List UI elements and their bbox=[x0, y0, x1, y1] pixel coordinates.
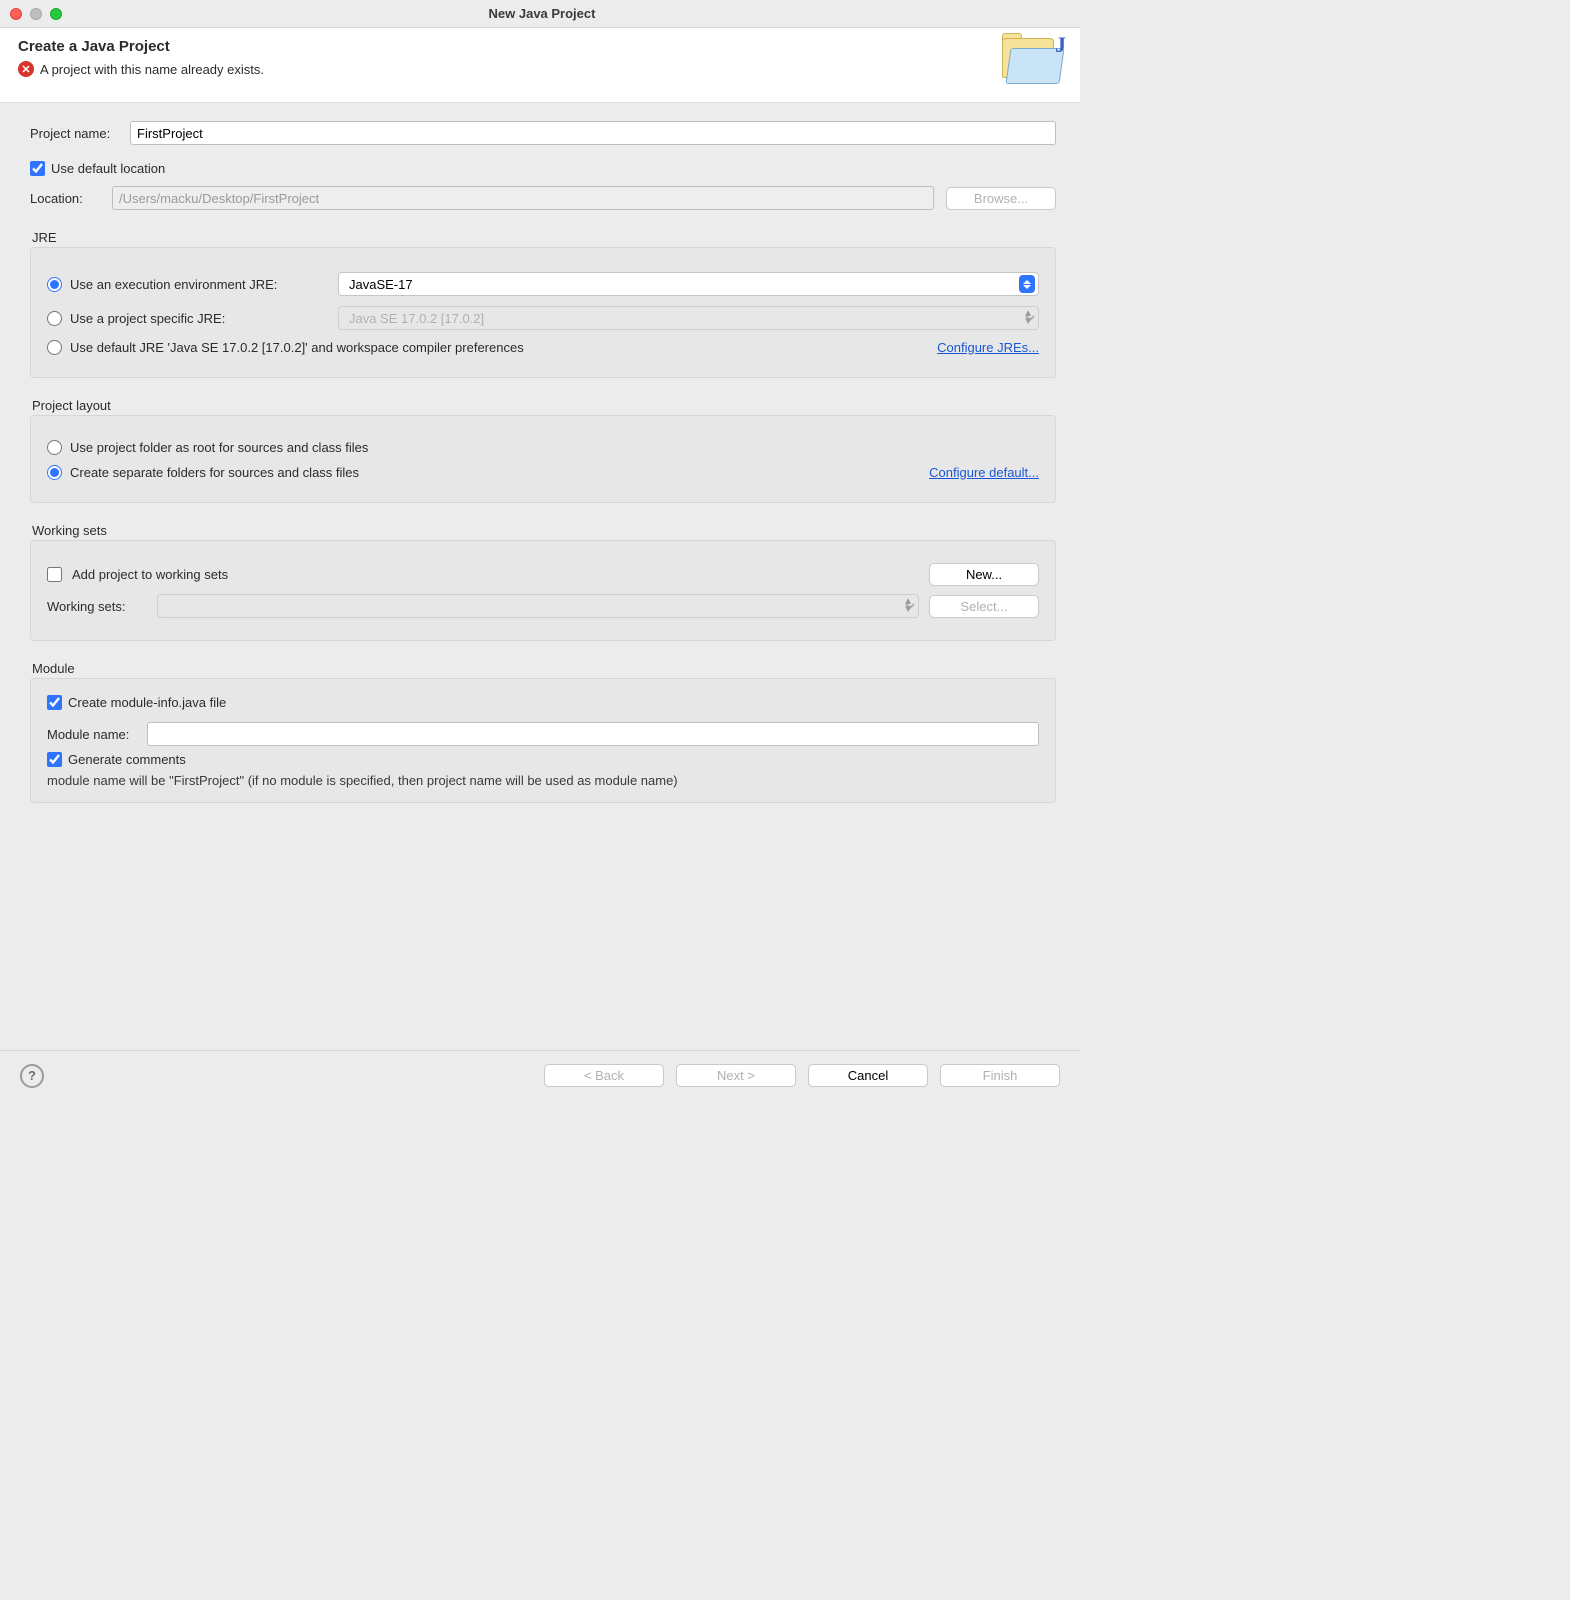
layout-separate-label: Create separate folders for sources and … bbox=[70, 465, 359, 480]
module-hint: module name will be "FirstProject" (if n… bbox=[47, 773, 1039, 788]
configure-default-link[interactable]: Configure default... bbox=[929, 465, 1039, 480]
module-name-label: Module name: bbox=[47, 727, 147, 742]
use-default-location-label: Use default location bbox=[51, 161, 165, 176]
location-input bbox=[112, 186, 934, 210]
project-name-label: Project name: bbox=[30, 126, 130, 141]
window-title: New Java Project bbox=[62, 6, 1022, 21]
titlebar: New Java Project bbox=[0, 0, 1080, 28]
generate-comments-checkbox[interactable] bbox=[47, 752, 62, 767]
layout-root-radio[interactable] bbox=[47, 440, 62, 455]
project-name-input[interactable] bbox=[130, 121, 1056, 145]
jre-exec-env-radio[interactable] bbox=[47, 277, 62, 292]
generate-comments-label: Generate comments bbox=[68, 752, 186, 767]
wizard-header: Create a Java Project ✕ A project with t… bbox=[0, 28, 1080, 103]
browse-button: Browse... bbox=[946, 187, 1056, 210]
page-title: Create a Java Project bbox=[18, 38, 1002, 55]
jre-specific-select: Java SE 17.0.2 [17.0.2] bbox=[338, 306, 1039, 330]
jre-exec-env-select[interactable]: JavaSE-17 bbox=[338, 272, 1039, 296]
jre-default-label: Use default JRE 'Java SE 17.0.2 [17.0.2]… bbox=[70, 340, 524, 355]
form-body: Project name: Use default location Locat… bbox=[0, 103, 1080, 1050]
layout-legend: Project layout bbox=[32, 398, 1056, 413]
working-sets-select bbox=[157, 594, 919, 618]
minimize-icon bbox=[30, 8, 42, 20]
module-legend: Module bbox=[32, 661, 1056, 676]
error-icon: ✕ bbox=[18, 61, 34, 77]
configure-jres-link[interactable]: Configure JREs... bbox=[937, 340, 1039, 355]
new-working-set-button[interactable]: New... bbox=[929, 563, 1039, 586]
create-module-info-label: Create module-info.java file bbox=[68, 695, 226, 710]
location-label: Location: bbox=[30, 191, 100, 206]
window-controls bbox=[10, 8, 62, 20]
error-message: A project with this name already exists. bbox=[40, 62, 264, 77]
select-working-set-button: Select... bbox=[929, 595, 1039, 618]
cancel-button[interactable]: Cancel bbox=[808, 1064, 928, 1087]
add-to-working-sets-label: Add project to working sets bbox=[72, 567, 228, 582]
next-button: Next > bbox=[676, 1064, 796, 1087]
jre-legend: JRE bbox=[32, 230, 1056, 245]
jre-specific-radio[interactable] bbox=[47, 311, 62, 326]
finish-button: Finish bbox=[940, 1064, 1060, 1087]
jre-default-radio[interactable] bbox=[47, 340, 62, 355]
zoom-icon[interactable] bbox=[50, 8, 62, 20]
working-sets-group: Add project to working sets New... Worki… bbox=[30, 540, 1056, 641]
jre-exec-env-label: Use an execution environment JRE: bbox=[70, 277, 330, 292]
module-name-input[interactable] bbox=[147, 722, 1039, 746]
jre-specific-label: Use a project specific JRE: bbox=[70, 311, 330, 326]
back-button: < Back bbox=[544, 1064, 664, 1087]
layout-group: Use project folder as root for sources a… bbox=[30, 415, 1056, 503]
jre-group: Use an execution environment JRE: JavaSE… bbox=[30, 247, 1056, 378]
working-sets-label: Working sets: bbox=[47, 599, 147, 614]
help-icon[interactable]: ? bbox=[20, 1064, 44, 1088]
layout-separate-radio[interactable] bbox=[47, 465, 62, 480]
add-to-working-sets-checkbox[interactable] bbox=[47, 567, 62, 582]
layout-root-label: Use project folder as root for sources a… bbox=[70, 440, 368, 455]
working-sets-legend: Working sets bbox=[32, 523, 1056, 538]
create-module-info-checkbox[interactable] bbox=[47, 695, 62, 710]
use-default-location-checkbox[interactable] bbox=[30, 161, 45, 176]
wizard-footer: ? < Back Next > Cancel Finish bbox=[0, 1050, 1080, 1100]
module-group: Create module-info.java file Module name… bbox=[30, 678, 1056, 803]
close-icon[interactable] bbox=[10, 8, 22, 20]
wizard-banner-icon: J bbox=[1002, 38, 1062, 90]
